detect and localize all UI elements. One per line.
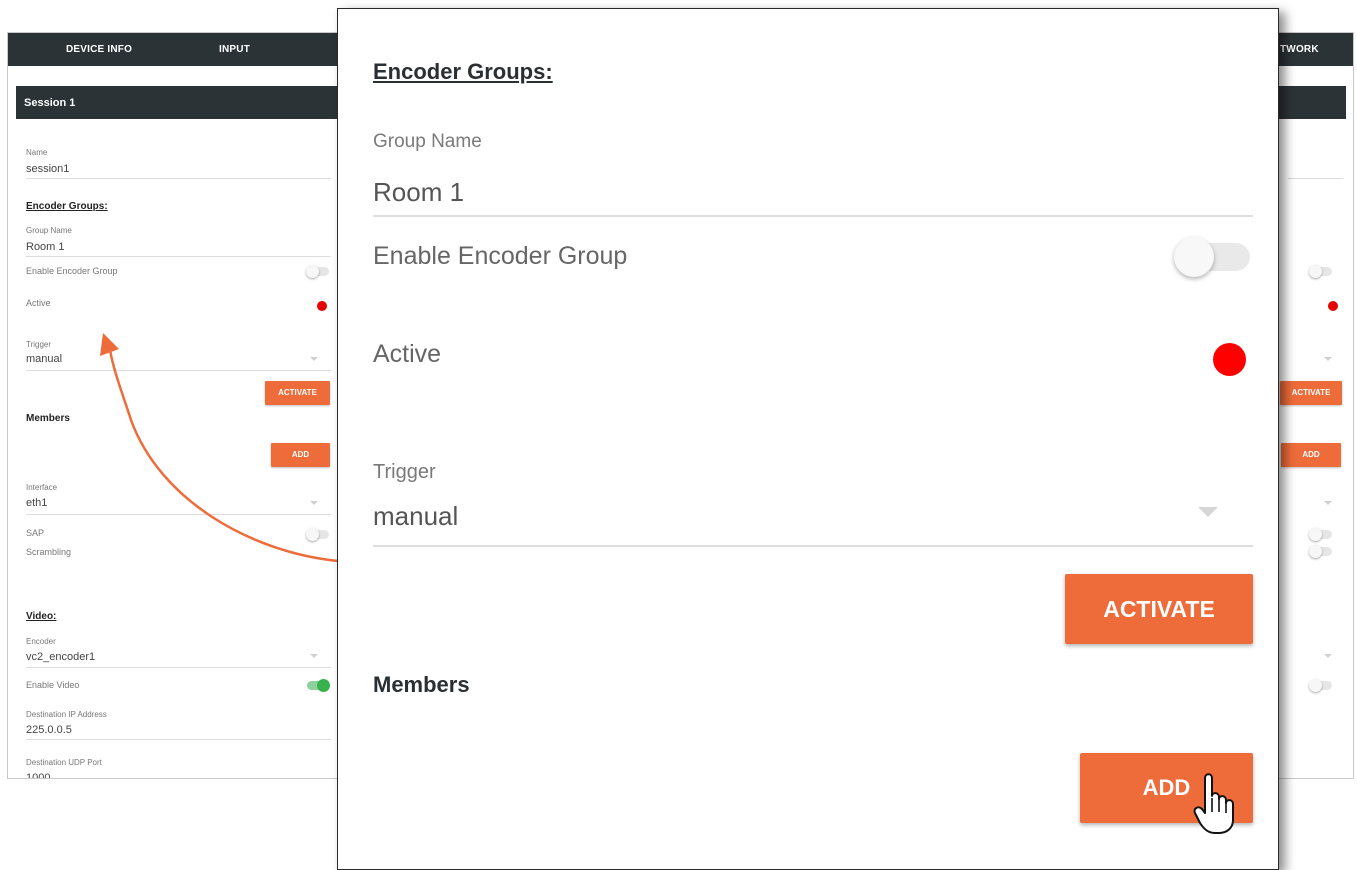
enable-video-label: Enable Video	[26, 680, 80, 690]
hand-pointer-icon	[1193, 773, 1234, 834]
zoom-trigger-select[interactable]: manual	[373, 501, 458, 532]
scrambling-toggle-right[interactable]	[1309, 545, 1332, 558]
activate-button[interactable]: ACTIVATE	[265, 381, 330, 405]
trigger-label: Trigger	[26, 340, 52, 349]
name-label: Name	[26, 148, 48, 157]
zoom-callout-panel: Encoder Groups: Group Name Room 1 Enable…	[337, 8, 1279, 870]
enable-video-toggle[interactable]	[307, 679, 330, 692]
group-name-input[interactable]: Room 1	[26, 241, 65, 253]
zoom-group-name-input[interactable]: Room 1	[373, 177, 464, 208]
zoom-trigger-label: Trigger	[373, 461, 436, 483]
zoom-active-indicator-dot	[1213, 343, 1246, 376]
scrambling-label: Scrambling	[26, 547, 72, 557]
video-heading: Video:	[26, 611, 57, 622]
active-indicator-dot	[317, 301, 327, 311]
trigger-chevron-down-icon-right[interactable]	[1324, 357, 1332, 361]
nav-tab-input[interactable]: INPUT	[219, 44, 250, 55]
active-indicator-dot-right	[1328, 301, 1338, 311]
enable-encoder-group-toggle[interactable]	[306, 265, 329, 278]
add-member-button[interactable]: ADD	[271, 443, 330, 467]
interface-select[interactable]: eth1	[26, 497, 47, 509]
zoom-members-heading: Members	[373, 672, 470, 697]
zoom-group-name-underline	[373, 215, 1253, 217]
zoom-enable-encoder-group-label: Enable Encoder Group	[373, 242, 628, 270]
trigger-underline	[26, 370, 331, 371]
zoom-encoder-groups-heading: Encoder Groups:	[373, 59, 553, 84]
dest-udp-label: Destination UDP Port	[26, 758, 102, 767]
name-underline-right	[1288, 178, 1343, 179]
enable-encoder-group-toggle-right[interactable]	[1309, 265, 1332, 278]
nav-tab-network[interactable]: TWORK	[1280, 44, 1319, 55]
zoom-active-label: Active	[373, 340, 442, 368]
trigger-select[interactable]: manual	[26, 353, 62, 365]
zoom-activate-button[interactable]: ACTIVATE	[1065, 574, 1253, 644]
nav-tab-device-info[interactable]: DEVICE INFO	[66, 44, 132, 55]
trigger-chevron-down-icon[interactable]	[310, 357, 318, 361]
dest-udp-input[interactable]: 1000	[26, 772, 50, 778]
sap-toggle-right[interactable]	[1309, 528, 1332, 541]
active-label: Active	[26, 298, 51, 308]
session-title: Session 1	[24, 97, 76, 109]
encoder-groups-heading: Encoder Groups:	[26, 201, 108, 212]
enable-encoder-group-label: Enable Encoder Group	[26, 266, 118, 276]
activate-button-right[interactable]: ACTIVATE	[1280, 381, 1342, 405]
sap-toggle[interactable]	[306, 528, 329, 541]
interface-underline	[26, 514, 331, 515]
members-heading: Members	[26, 413, 70, 424]
interface-chevron-down-icon[interactable]	[310, 501, 318, 505]
interface-label: Interface	[26, 483, 58, 492]
dest-ip-underline	[26, 739, 331, 740]
encoder-select[interactable]: vc2_encoder1	[26, 651, 95, 663]
encoder-chevron-down-icon-right[interactable]	[1324, 654, 1332, 658]
group-name-underline	[26, 256, 331, 257]
dest-ip-label: Destination IP Address	[26, 710, 107, 719]
dest-ip-input[interactable]: 225.0.0.5	[26, 724, 72, 736]
name-input[interactable]: session1	[26, 163, 69, 175]
zoom-trigger-underline	[373, 545, 1253, 547]
enable-video-toggle-right[interactable]	[1309, 679, 1332, 692]
add-member-button-right[interactable]: ADD	[1281, 443, 1341, 467]
group-name-label: Group Name	[26, 226, 72, 235]
encoder-label: Encoder	[26, 637, 56, 646]
name-underline	[26, 178, 331, 179]
zoom-enable-encoder-group-toggle[interactable]	[1174, 237, 1250, 277]
interface-chevron-down-icon-right[interactable]	[1324, 501, 1332, 505]
zoom-group-name-label: Group Name	[373, 131, 482, 152]
encoder-underline	[26, 667, 331, 668]
zoom-trigger-chevron-down-icon[interactable]	[1198, 507, 1218, 517]
encoder-chevron-down-icon[interactable]	[310, 654, 318, 658]
sap-label: SAP	[26, 528, 45, 538]
